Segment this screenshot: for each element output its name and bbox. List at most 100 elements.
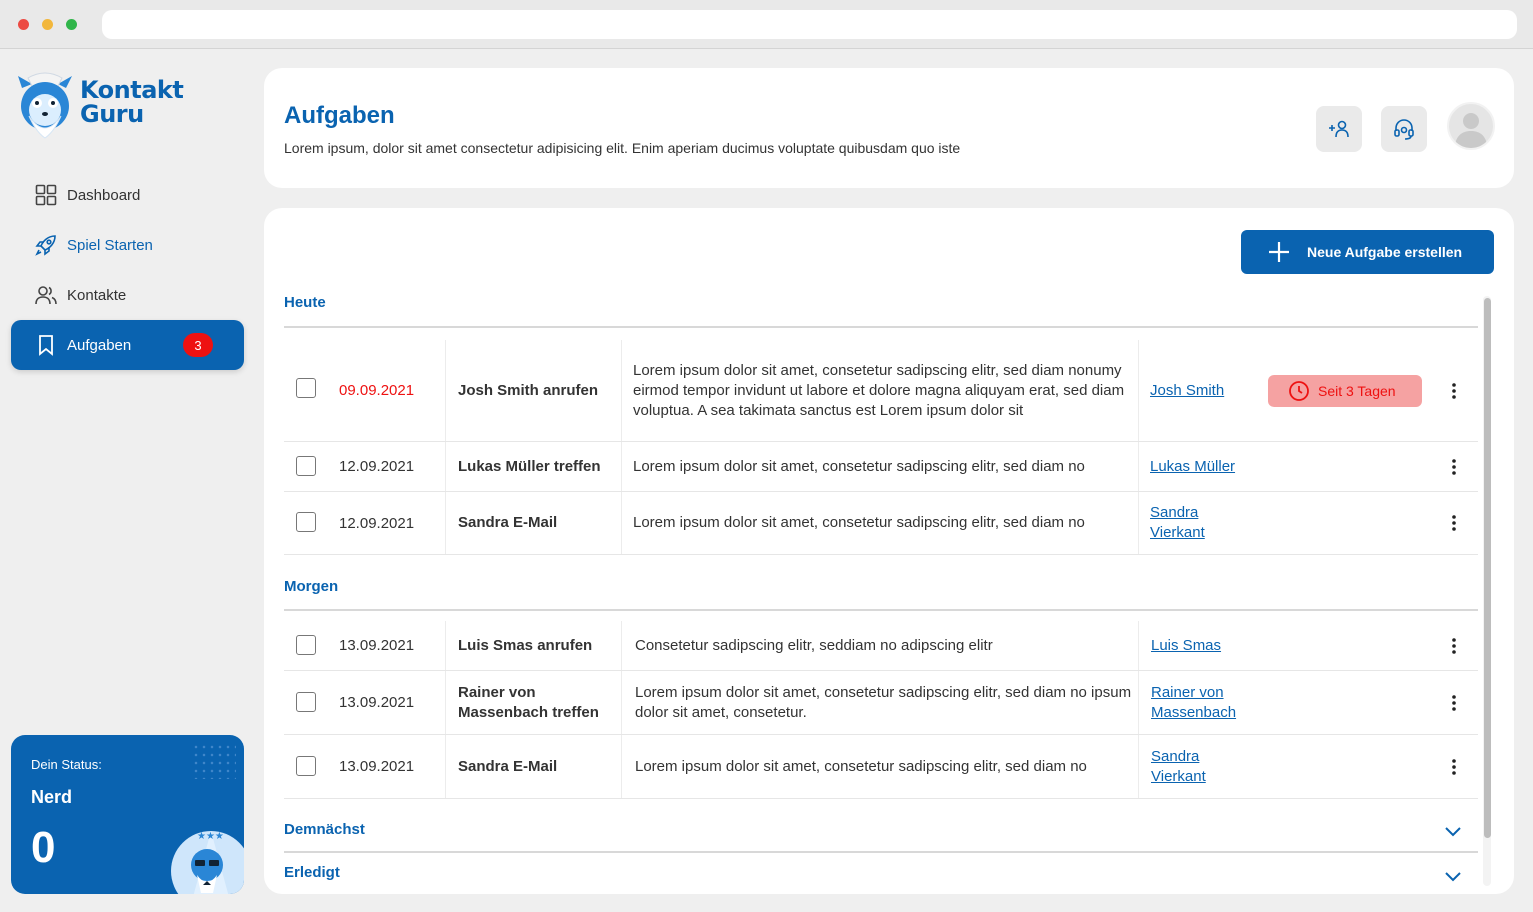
task-description: Lorem ipsum dolor sit amet, consetetur s… <box>633 514 1085 531</box>
column-divider <box>1138 735 1139 798</box>
sidebar-item-spiel-starten[interactable]: Spiel Starten <box>11 220 244 270</box>
more-options-icon[interactable] <box>1446 340 1462 441</box>
task-checkbox[interactable] <box>296 512 316 532</box>
section-divider <box>284 851 1478 853</box>
task-date: 12.09.2021 <box>339 514 415 532</box>
task-row: 13.09.2021 Rainer von Massenbach treffen… <box>284 671 1478 735</box>
column-divider <box>1138 671 1139 734</box>
nerd-mascot-icon: ★★★ <box>171 831 244 894</box>
brand-name-line1: Kontakt <box>80 76 184 104</box>
task-date: 12.09.2021 <box>339 458 415 475</box>
sidebar-item-dashboard[interactable]: Dashboard <box>11 170 244 220</box>
section-title-done[interactable]: Erledigt <box>284 864 340 881</box>
task-title: Luis Smas anrufen <box>458 636 593 654</box>
sidebar-item-label: Kontakte <box>67 286 127 304</box>
task-checkbox[interactable] <box>296 378 316 398</box>
section-title-today: Heute <box>284 294 326 311</box>
task-description: Lorem ipsum dolor sit amet, consetetur s… <box>633 457 1085 475</box>
mascot-logo-icon <box>18 72 72 139</box>
task-description: Lorem ipsum dolor sit amet, consetetur s… <box>635 683 1132 721</box>
user-silhouette-icon <box>1455 113 1487 148</box>
status-score: 0 <box>31 823 56 872</box>
task-row: 12.09.2021 Sandra E-Mail Lorem ipsum dol… <box>284 492 1478 555</box>
task-contact-link[interactable]: Sandra Vierkant <box>1150 492 1230 554</box>
bookmark-icon <box>35 334 57 356</box>
task-checkbox[interactable] <box>296 635 316 655</box>
window-minimize-dot[interactable] <box>42 19 53 30</box>
task-contact-link[interactable]: Luis Smas <box>1151 621 1256 670</box>
tasks-scrollbar[interactable] <box>1480 296 1492 886</box>
task-checkbox[interactable] <box>296 756 316 776</box>
task-contact-link[interactable]: Rainer von Massenbach <box>1151 671 1251 734</box>
task-title: Josh Smith anrufen <box>458 381 599 399</box>
column-divider <box>445 621 446 670</box>
header-card: Aufgaben Lorem ipsum, dolor sit amet con… <box>264 68 1514 188</box>
status-card: Dein Status: Nerd 0 ★★★ <box>11 735 244 894</box>
brand-logo[interactable]: Kontakt Guru <box>14 72 194 140</box>
task-date: 13.09.2021 <box>339 694 415 711</box>
column-divider <box>621 442 622 491</box>
column-divider <box>1138 492 1139 554</box>
clock-icon <box>1289 381 1309 401</box>
section-divider <box>284 609 1478 611</box>
section-title-upcoming[interactable]: Demnächst <box>284 821 365 838</box>
column-divider <box>445 671 446 734</box>
chevron-down-icon[interactable] <box>1444 825 1462 837</box>
task-checkbox[interactable] <box>296 456 316 476</box>
task-row: 09.09.2021 Josh Smith anrufen Lorem ipsu… <box>284 340 1478 442</box>
plus-icon <box>1269 242 1289 262</box>
sidebar-nav: Dashboard Spiel Starten Kontakte Aufgabe… <box>11 170 244 370</box>
task-contact-link[interactable]: Sandra Vierkant <box>1151 735 1231 798</box>
task-row: 13.09.2021 Sandra E-Mail Lorem ipsum dol… <box>284 735 1478 799</box>
task-title: Sandra E-Mail <box>458 757 558 775</box>
column-divider <box>621 492 622 554</box>
users-icon <box>35 284 57 306</box>
support-button[interactable] <box>1381 106 1427 152</box>
task-date: 13.09.2021 <box>339 758 415 775</box>
address-bar[interactable] <box>102 10 1517 39</box>
section-title-tomorrow: Morgen <box>284 578 339 595</box>
brand-name-line2: Guru <box>80 100 144 128</box>
sidebar-item-label: Spiel Starten <box>67 236 153 254</box>
svg-text:★★★: ★★★ <box>197 831 224 842</box>
sidebar-item-kontakte[interactable]: Kontakte <box>11 270 244 320</box>
column-divider <box>1138 442 1139 491</box>
rocket-icon <box>35 234 57 256</box>
scroll-thumb[interactable] <box>1484 298 1491 838</box>
task-description: Lorem ipsum dolor sit amet, consetetur s… <box>633 361 1125 419</box>
headset-icon <box>1394 119 1414 140</box>
user-avatar[interactable] <box>1447 102 1495 150</box>
add-contact-button[interactable] <box>1316 106 1362 152</box>
column-divider <box>445 442 446 491</box>
window-maximize-dot[interactable] <box>66 19 77 30</box>
column-divider <box>621 735 622 798</box>
sidebar-item-label: Aufgaben <box>67 336 132 354</box>
task-contact-link[interactable]: Lukas Müller <box>1150 442 1270 491</box>
task-checkbox[interactable] <box>296 692 316 712</box>
window-close-dot[interactable] <box>18 19 29 30</box>
notification-badge: 3 <box>183 333 213 357</box>
task-description: Consetetur sadipscing elitr, seddiam no … <box>635 636 993 654</box>
status-name: Nerd <box>31 787 73 807</box>
column-divider <box>621 671 622 734</box>
more-options-icon[interactable] <box>1446 442 1462 491</box>
task-row: 13.09.2021 Luis Smas anrufen Consetetur … <box>284 621 1478 671</box>
more-options-icon[interactable] <box>1446 621 1462 670</box>
overdue-badge-label: Seit 3 Tagen <box>1318 383 1396 399</box>
new-task-button[interactable]: Neue Aufgabe erstellen <box>1241 230 1494 274</box>
more-options-icon[interactable] <box>1446 492 1462 554</box>
more-options-icon[interactable] <box>1446 671 1462 734</box>
task-contact-link[interactable]: Josh Smith <box>1150 340 1255 441</box>
column-divider <box>445 735 446 798</box>
task-description: Lorem ipsum dolor sit amet, consetetur s… <box>635 757 1087 775</box>
task-title: Rainer von Massenbach treffen <box>458 683 599 721</box>
more-options-icon[interactable] <box>1446 735 1462 798</box>
chevron-down-icon[interactable] <box>1444 870 1462 882</box>
column-divider <box>621 340 622 441</box>
add-user-icon <box>1329 120 1349 138</box>
overdue-badge: Seit 3 Tagen <box>1268 375 1422 407</box>
task-row: 12.09.2021 Lukas Müller treffen Lorem ip… <box>284 442 1478 492</box>
tasks-card: Neue Aufgabe erstellen Heute 09.09.2021 … <box>264 208 1514 894</box>
sidebar-item-aufgaben[interactable]: Aufgaben 3 <box>11 320 244 370</box>
status-label: Dein Status: <box>31 757 102 772</box>
